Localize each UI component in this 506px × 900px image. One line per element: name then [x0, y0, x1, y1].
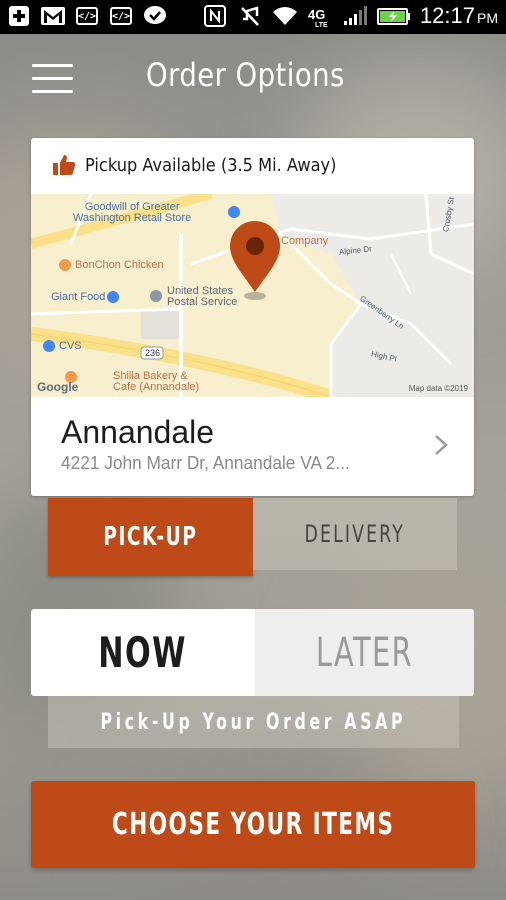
add-notification-icon: [6, 4, 32, 28]
pickup-availability-text: Pickup Available (3.5 Mi. Away): [85, 155, 337, 176]
thumbs-up-icon: [53, 155, 76, 175]
map-poi-goodwill: Goodwill of Greater Washington Retail Sto…: [73, 201, 192, 224]
battery-charging-icon: [376, 4, 411, 28]
map-poi-bonchon: BonChon Chicken: [75, 259, 164, 271]
page-title: Order Options: [146, 56, 345, 94]
order-type-toggle: PICK-UP DELIVERY: [48, 498, 457, 576]
map-poi-shilla: Shilla Bakery & Cafe (Annandale): [113, 370, 200, 393]
location-map[interactable]: Goodwill of Greater Washington Retail Sto…: [31, 194, 474, 397]
choose-items-label: CHOOSE YOUR ITEMS: [111, 807, 395, 842]
map-attribution: Map data ©2019: [408, 384, 468, 393]
pickup-availability-row: Pickup Available (3.5 Mi. Away): [31, 138, 474, 194]
clock-ampm: PM: [477, 10, 498, 26]
menu-icon[interactable]: [32, 64, 73, 94]
order-time-note-text: Pick-Up Your Order ASAP: [100, 709, 407, 735]
location-address: 4221 John Marr Dr, Annandale VA 2...: [61, 453, 350, 473]
mute-icon: [237, 4, 263, 28]
later-option-label: LATER: [315, 629, 414, 676]
status-bar: </> </> 4G LTE 12:17 PM: [0, 0, 506, 34]
chat-icon: [142, 4, 168, 28]
now-option-label: NOW: [98, 628, 188, 677]
code-icon-2: </>: [108, 4, 134, 28]
signal-icon: [342, 4, 368, 28]
location-card[interactable]: Pickup Available (3.5 Mi. Away) Goodwill…: [31, 138, 474, 496]
nfc-icon: [202, 4, 228, 28]
chevron-right-icon[interactable]: [434, 434, 448, 456]
delivery-option-button[interactable]: DELIVERY: [253, 498, 457, 570]
choose-items-button[interactable]: CHOOSE YOUR ITEMS: [31, 781, 475, 868]
svg-text:LTE: LTE: [315, 22, 328, 27]
location-name: Annandale: [61, 414, 215, 450]
map-poi-company: Company: [281, 235, 329, 247]
app-header: Order Options: [0, 34, 506, 124]
map-poi-usps: United States Postal Service: [167, 285, 238, 308]
svg-text:4G: 4G: [308, 7, 325, 22]
clock: 12:17 PM: [420, 3, 498, 29]
now-option-button[interactable]: NOW: [31, 609, 255, 696]
order-time-toggle: NOW LATER: [31, 609, 474, 696]
pickup-option-button[interactable]: PICK-UP: [48, 498, 253, 576]
lte-icon: 4G LTE: [307, 4, 333, 28]
order-time-note: Pick-Up Your Order ASAP: [48, 696, 459, 748]
later-option-button[interactable]: LATER: [255, 609, 474, 696]
map-route-shield: 236: [145, 348, 161, 358]
wifi-icon: [272, 4, 298, 28]
map-poi-giant: Giant Food: [51, 291, 106, 303]
map-poi-cvs: CVS: [59, 340, 82, 352]
pickup-option-label: PICK-UP: [103, 522, 198, 552]
clock-time: 12:17: [419, 3, 475, 28]
google-logo: Google: [37, 380, 79, 394]
code-icon: </>: [74, 4, 100, 28]
delivery-option-label: DELIVERY: [304, 520, 406, 548]
gmail-icon: [40, 4, 66, 28]
